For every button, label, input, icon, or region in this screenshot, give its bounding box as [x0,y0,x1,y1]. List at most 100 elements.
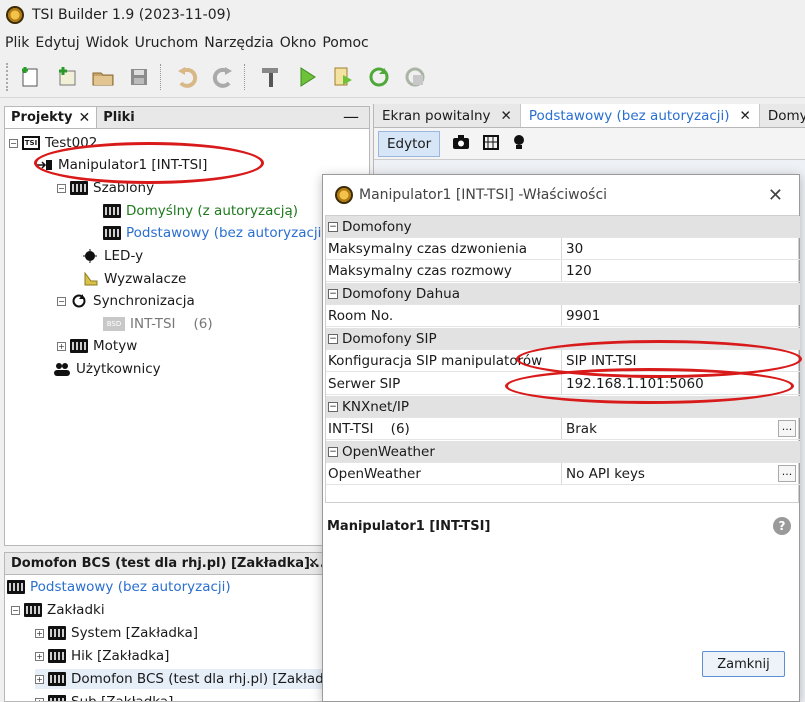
expand-icon[interactable]: + [35,697,44,701]
property-row[interactable]: INT-TSI (6) Brak ... [326,418,800,440]
editor-button[interactable]: Edytor [378,130,441,157]
collapse-icon[interactable]: − [328,446,338,457]
menu-pomoc[interactable]: Pomoc [322,35,368,51]
property-row[interactable]: Room No. 9901 [326,305,800,327]
property-row[interactable]: Maksymalny czas rozmowy 120 [326,260,800,282]
category-openweather[interactable]: − OpenWeather [326,441,800,463]
property-row[interactable]: Serwer SIP 192.168.1.101:5060 [326,373,800,395]
tree-node-root[interactable]: − TSI Test002 [9,133,97,153]
run-icon[interactable] [292,62,322,92]
nav-node-root[interactable]: Podstawowy (bez autoryzacji) [7,577,231,597]
expand-icon[interactable]: + [57,341,66,351]
tree-node-leds[interactable]: LED-y [81,246,143,266]
sync-icon[interactable] [364,62,394,92]
menu-narzedzia[interactable]: Narzędzia [204,35,273,51]
collapse-icon[interactable]: − [9,138,18,148]
tree-node-template-basic[interactable]: Podstawowy (bez autoryzacji) [103,223,327,243]
toolbar-grip[interactable] [6,62,10,91]
property-value[interactable]: 9901 [562,305,800,326]
tree-node-sync-int-tsi[interactable]: BSD INT-TSI (6) [103,314,213,334]
collapse-icon[interactable]: − [57,183,66,193]
category-knx[interactable]: − KNXnet/IP [326,396,800,418]
property-value[interactable]: SIP INT-TSI [562,350,800,371]
menu-okno[interactable]: Okno [280,35,317,51]
tree-label: Podstawowy (bez autoryzacji) [126,225,327,241]
export-icon[interactable] [328,62,358,92]
nav-node-system[interactable]: + System [Zakładka] [35,623,198,643]
close-icon[interactable]: ✕ [768,185,783,206]
property-value[interactable]: 192.168.1.101:5060 [562,373,800,394]
save-icon[interactable] [124,62,154,92]
property-row[interactable]: OpenWeather No API keys ... [326,463,800,485]
expand-icon[interactable]: + [35,628,44,638]
tree-node-sync[interactable]: − Synchronizacja [57,291,195,311]
tree-node-template-default[interactable]: Domyślny (z autoryzacją) [103,201,298,221]
ellipsis-button[interactable]: ... [778,465,796,482]
nav-node-bcs[interactable]: + Domofon BCS (test dla rhj.pl) [Zakładk… [35,669,325,689]
nav-node-zakladki[interactable]: − Zakładki [11,600,105,620]
tree-node-manipulator[interactable]: Manipulator1 [INT-TSI] [35,155,207,175]
minimize-icon[interactable]: — [343,107,359,126]
property-value[interactable]: Brak ... [562,418,800,439]
collapse-icon[interactable]: − [57,296,66,306]
property-value[interactable]: 120 [562,260,800,281]
description-title: Manipulator1 [INT-TSI] [327,519,491,534]
open-icon[interactable] [88,62,118,92]
ellipsis-button[interactable]: ... [778,420,796,437]
tree-node-users[interactable]: Użytkownicy [53,359,161,379]
lightbulb-icon[interactable] [512,134,526,154]
property-label: Room No. [326,305,562,326]
theme-icon [70,339,88,353]
property-value[interactable]: 30 [562,238,800,259]
category-domofony[interactable]: − Domofony [326,216,800,238]
undo-icon[interactable] [172,62,202,92]
tab-podstawowy[interactable]: Podstawowy (bez autoryzacji) ✕ [520,104,760,127]
app-logo-icon [335,186,353,204]
expand-icon[interactable]: + [35,674,44,684]
close-icon[interactable]: ✕ [78,110,90,126]
tree-node-triggers[interactable]: Wyzwalacze [81,269,186,289]
tree-node-theme[interactable]: + Motyw [57,336,137,356]
tab-ekran-powitalny[interactable]: Ekran powitalny ✕ [374,104,521,127]
tree-label: System [Zakładka] [71,625,199,641]
close-button[interactable]: Zamknij [702,651,785,677]
tree-node-szablony[interactable]: − Szablony [57,178,154,198]
tree-label: Manipulator1 [INT-TSI] [58,157,208,173]
category-dahua[interactable]: − Domofony Dahua [326,283,800,305]
toolbar-separator [244,63,250,90]
menu-edytuj[interactable]: Edytuj [35,35,79,51]
grid-building-icon[interactable] [482,134,500,154]
add-icon[interactable] [52,62,82,92]
help-icon[interactable]: ? [773,517,791,535]
collapse-icon[interactable]: − [328,221,338,232]
device-disabled-icon: BSD [103,317,125,331]
menu-widok[interactable]: Widok [86,35,129,51]
new-project-icon[interactable] [16,62,46,92]
property-value[interactable]: No API keys ... [562,463,800,484]
camera-icon[interactable] [452,134,470,154]
title-bar: TSI Builder 1.9 (2023-11-09) [0,0,805,30]
redo-icon[interactable] [208,62,238,92]
menu-plik[interactable]: Plik [5,35,29,51]
tab-domyslny[interactable]: Domyślny [760,104,805,127]
collapse-icon[interactable]: − [11,605,20,615]
close-icon[interactable]: ✕ [740,108,751,124]
menu-uruchom[interactable]: Uruchom [135,35,199,51]
build-hammer-icon[interactable] [256,62,286,92]
sync-disabled-icon[interactable] [400,62,430,92]
close-icon[interactable]: ✕ [308,556,319,571]
property-row[interactable]: Konfiguracja SIP manipulatorów SIP INT-T… [326,350,800,372]
collapse-icon[interactable]: − [328,288,338,299]
category-sip[interactable]: − Domofony SIP [326,328,800,350]
expand-icon[interactable]: + [35,651,44,661]
close-icon[interactable]: ✕ [501,108,512,124]
nav-node-hik[interactable]: + Hik [Zakładka] [35,646,169,666]
led-icon [81,249,99,263]
category-label: Domofony Dahua [342,285,460,302]
collapse-icon[interactable]: − [328,401,338,412]
nav-node-sub[interactable]: + Sub [Zakładka] [35,692,173,701]
tab-projekty[interactable]: Projekty ✕ [5,107,98,128]
property-row[interactable]: Maksymalny czas dzwonienia 30 [326,238,800,260]
collapse-icon[interactable]: − [328,333,338,344]
tab-pliki[interactable]: Pliki [97,107,141,128]
